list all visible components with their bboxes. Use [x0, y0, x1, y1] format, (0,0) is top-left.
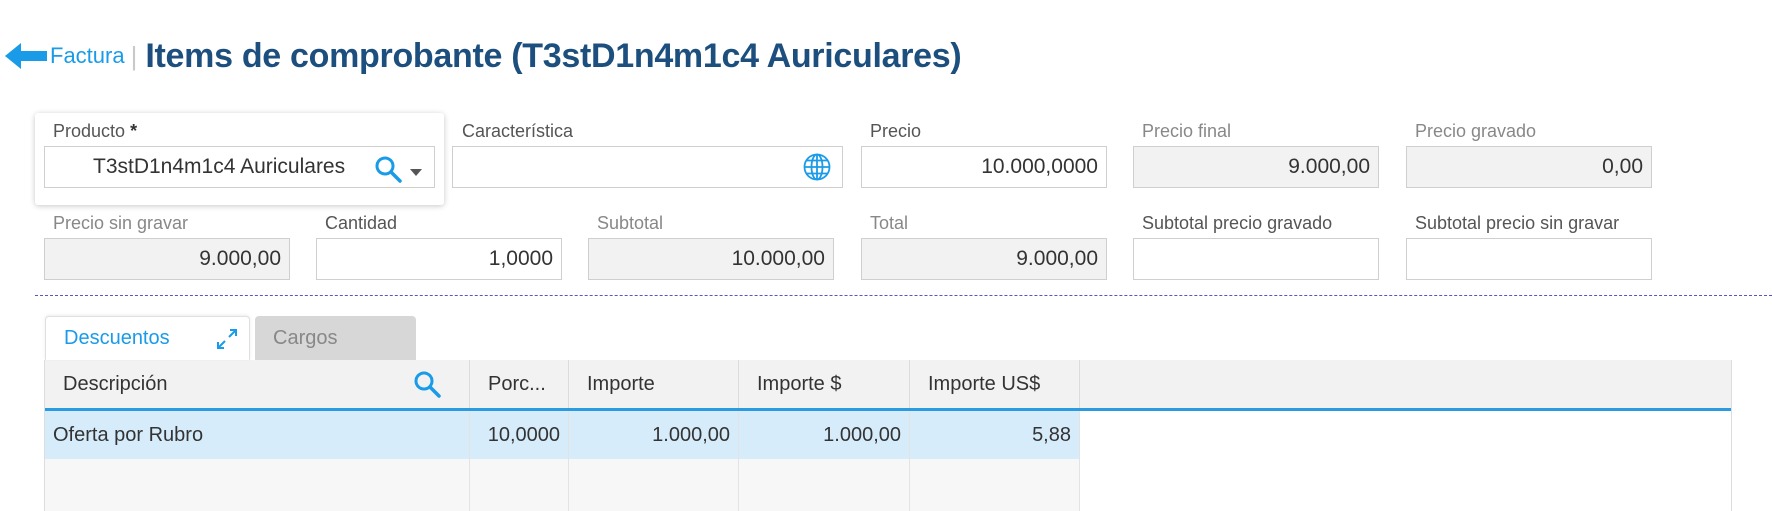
precio-sin-gravar-field: 9.000,00 [44, 238, 290, 280]
cell-empty [45, 459, 470, 511]
tab-cargos[interactable]: Cargos [255, 316, 416, 360]
producto-label: Producto * [53, 121, 138, 141]
page-header: Factura | Items de comprobante (T3stD1n4… [0, 30, 962, 82]
column-header-importe-ars[interactable]: Importe $ [739, 360, 910, 408]
cell-empty [910, 459, 1080, 511]
table-row-empty[interactable] [45, 459, 1080, 511]
total-field: 9.000,00 [861, 238, 1107, 280]
table-row[interactable]: Oferta por Rubro 10,0000 1.000,00 1.000,… [45, 411, 1080, 459]
back-link-factura[interactable]: Factura [50, 43, 125, 69]
cell-importe-ars: 1.000,00 [739, 411, 910, 459]
cell-porc: 10,0000 [470, 411, 569, 459]
producto-value: T3stD1n4m1c4 Auriculares [93, 155, 346, 178]
arrow-left-icon[interactable] [4, 39, 50, 73]
subtotal-field: 10.000,00 [588, 238, 834, 280]
expand-icon[interactable] [215, 327, 239, 357]
section-divider [35, 295, 1772, 296]
descuentos-grid: Descripción Porc... Importe Importe $ Im… [44, 360, 1732, 511]
subtotal-label: Subtotal [597, 213, 664, 233]
precio-gravado-label: Precio gravado [1415, 121, 1537, 141]
cell-empty [470, 459, 569, 511]
breadcrumb-separator: | [130, 40, 138, 71]
search-icon[interactable] [374, 155, 402, 189]
cell-empty [739, 459, 910, 511]
grid-header: Descripción Porc... Importe Importe $ Im… [45, 360, 1731, 411]
cantidad-label: Cantidad [325, 213, 398, 233]
cantidad-field[interactable]: 1,0000 [316, 238, 562, 280]
subtotal-precio-sin-gravar-field[interactable] [1406, 238, 1652, 280]
column-header-descripcion[interactable]: Descripción [45, 360, 470, 408]
cell-empty [569, 459, 739, 511]
column-header-porc[interactable]: Porc... [470, 360, 569, 408]
caracteristica-label: Característica [462, 121, 574, 141]
precio-label: Precio [870, 121, 922, 141]
caracteristica-field[interactable] [452, 146, 843, 188]
column-header-importe[interactable]: Importe [569, 360, 739, 408]
precio-final-field: 9.000,00 [1133, 146, 1379, 188]
subtotal-precio-gravado-label: Subtotal precio gravado [1142, 213, 1333, 233]
precio-field[interactable]: 10.000,0000 [861, 146, 1107, 188]
cell-descripcion: Oferta por Rubro [45, 411, 470, 459]
chevron-down-icon[interactable] [410, 168, 422, 176]
globe-icon[interactable] [802, 152, 832, 182]
subtotal-precio-sin-gravar-label: Subtotal precio sin gravar [1415, 213, 1620, 233]
precio-sin-gravar-label: Precio sin gravar [53, 213, 189, 233]
page-title: Items de comprobante (T3stD1n4m1c4 Auric… [145, 36, 962, 75]
subtotal-precio-gravado-field[interactable] [1133, 238, 1379, 280]
search-icon[interactable] [413, 370, 441, 404]
total-label: Total [870, 213, 909, 233]
precio-final-label: Precio final [1142, 121, 1232, 141]
producto-field[interactable]: T3stD1n4m1c4 Auriculares [44, 146, 435, 188]
column-header-importe-usd[interactable]: Importe US$ [910, 360, 1080, 408]
cell-importe-usd: 5,88 [910, 411, 1080, 459]
cell-importe: 1.000,00 [569, 411, 739, 459]
precio-gravado-field: 0,00 [1406, 146, 1652, 188]
tab-descuentos[interactable]: Descuentos [45, 316, 250, 360]
